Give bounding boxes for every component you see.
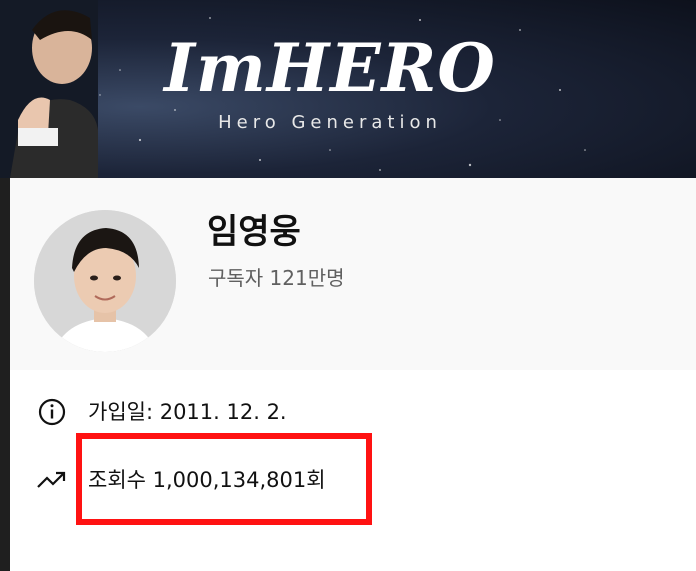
info-icon (34, 394, 70, 430)
banner-portrait-image (0, 0, 98, 178)
channel-avatar[interactable] (34, 210, 176, 352)
channel-name: 임영웅 (207, 212, 301, 252)
highlight-box (76, 433, 372, 525)
avatar-image (34, 210, 176, 352)
subscriber-count: 구독자 121만명 (208, 266, 345, 290)
banner-title: ImHERO (164, 29, 496, 107)
channel-header: 임영웅 구독자 121만명 (10, 178, 696, 370)
window-edge (0, 178, 10, 571)
trending-up-icon (34, 462, 70, 498)
banner-subtitle: Hero Generation (218, 112, 442, 133)
joined-date: 가입일: 2011. 12. 2. (88, 400, 287, 424)
joined-date-row: 가입일: 2011. 12. 2. (34, 394, 287, 430)
channel-page: ImHERO Hero Generation 임영웅 구독자 121만명 가입일… (0, 0, 696, 571)
channel-banner: ImHERO Hero Generation (0, 0, 696, 178)
